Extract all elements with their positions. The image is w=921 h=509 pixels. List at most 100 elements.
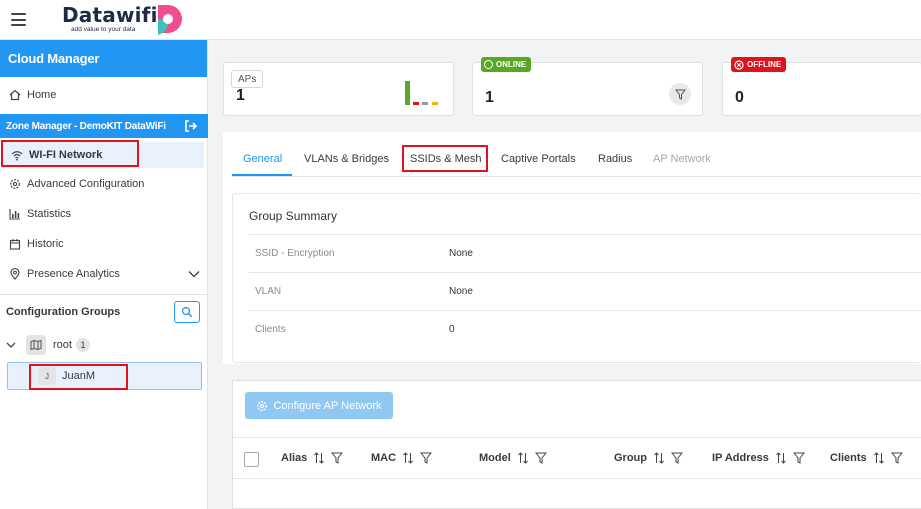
- online-badge: ONLINE: [481, 57, 532, 72]
- table-header-row: Alias MAC Model Group IP Address Clients: [233, 437, 921, 479]
- chevron-down-icon[interactable]: [188, 269, 200, 279]
- sort-icon[interactable]: [402, 452, 414, 464]
- sidebar-item-statistics[interactable]: Statistics: [0, 201, 208, 227]
- exit-icon[interactable]: [183, 118, 199, 134]
- sidebar: Cloud Manager Home Zone Manager - DemoKI…: [0, 40, 208, 509]
- zone-manager-label: Zone Manager - DemoKIT DataWiFi: [6, 120, 166, 132]
- gear-icon: [8, 177, 22, 191]
- chevron-down-icon[interactable]: [6, 340, 16, 350]
- avatar: J: [38, 367, 56, 385]
- cloud-manager-title: Cloud Manager: [0, 40, 207, 77]
- tree-root-node[interactable]: root 1: [0, 334, 208, 356]
- tab-ap-network[interactable]: AP Network: [653, 153, 711, 165]
- filter-icon[interactable]: [792, 452, 805, 464]
- sort-icon[interactable]: [873, 452, 885, 464]
- active-tab-indicator: [232, 174, 292, 176]
- wifi-icon: [10, 148, 24, 162]
- logo-mark-icon: [158, 5, 182, 35]
- column-header-model[interactable]: Model: [479, 452, 547, 464]
- online-count: 1: [485, 89, 494, 106]
- column-label: Alias: [281, 452, 308, 464]
- aps-count: 1: [236, 87, 245, 104]
- filter-icon[interactable]: [534, 452, 547, 464]
- tree-root-count-badge: 1: [75, 338, 90, 352]
- column-label: MAC: [371, 452, 397, 464]
- summary-value: None: [449, 248, 473, 259]
- sidebar-item-advanced-configuration[interactable]: Advanced Configuration: [0, 171, 208, 197]
- aps-label: APs: [231, 70, 264, 88]
- configure-ap-network-label: Configure AP Network: [273, 399, 382, 412]
- summary-row: Clients 0: [249, 310, 921, 348]
- online-filter-button[interactable]: [669, 83, 691, 105]
- filter-icon[interactable]: [890, 452, 903, 464]
- column-header-group[interactable]: Group: [614, 452, 683, 464]
- sidebar-item-label: WI-FI Network: [29, 149, 103, 161]
- sort-icon[interactable]: [775, 452, 787, 464]
- tree-root-label: root: [53, 339, 72, 351]
- tab-vlans-bridges[interactable]: VLANs & Bridges: [304, 153, 389, 165]
- sort-icon[interactable]: [313, 452, 325, 464]
- calendar-icon: [8, 237, 22, 251]
- mini-bar-chart-icon: [405, 81, 438, 105]
- sidebar-item-wifi-network[interactable]: WI-FI Network: [2, 142, 204, 168]
- column-label: IP Address: [712, 452, 769, 464]
- gear-icon: [257, 400, 268, 411]
- sidebar-divider: [0, 294, 208, 295]
- toggle-on-icon: [484, 60, 493, 69]
- offline-badge: OFFLINE: [731, 57, 787, 72]
- column-label: Group: [614, 452, 647, 464]
- sort-icon[interactable]: [517, 452, 529, 464]
- tree-child-node[interactable]: J JuanM: [7, 362, 202, 390]
- configuration-groups-heading: Configuration Groups: [6, 306, 121, 318]
- sort-icon[interactable]: [653, 452, 665, 464]
- summary-key: Clients: [255, 324, 286, 335]
- tab-captive-portals[interactable]: Captive Portals: [501, 153, 576, 165]
- online-card: ONLINE 1: [472, 57, 703, 116]
- offline-label: OFFLINE: [747, 60, 782, 69]
- column-header-mac[interactable]: MAC: [371, 452, 433, 464]
- summary-value: 0: [449, 324, 455, 335]
- filter-icon[interactable]: [331, 452, 344, 464]
- sidebar-item-label: Advanced Configuration: [27, 178, 145, 190]
- group-search-button[interactable]: [174, 301, 200, 323]
- filter-icon[interactable]: [420, 452, 433, 464]
- offline-count: 0: [735, 89, 744, 106]
- summary-row: SSID - Encryption None: [249, 234, 921, 272]
- summary-row: VLAN None: [249, 272, 921, 310]
- search-icon: [181, 306, 193, 318]
- sidebar-item-label: Statistics: [27, 208, 72, 220]
- sidebar-item-label: Home: [27, 89, 57, 101]
- column-label: Clients: [830, 452, 867, 464]
- summary-value: None: [449, 286, 473, 297]
- sidebar-item-home[interactable]: Home: [0, 82, 208, 108]
- sidebar-item-label: Historic: [27, 238, 64, 250]
- map-icon: [26, 335, 46, 355]
- sidebar-item-label: Presence Analytics: [27, 268, 120, 280]
- bar-chart-icon: [8, 207, 22, 221]
- offline-card: OFFLINE 0: [722, 57, 921, 116]
- sidebar-item-presence-analytics[interactable]: Presence Analytics: [0, 261, 208, 287]
- column-header-clients[interactable]: Clients: [830, 452, 903, 464]
- aps-card: APs 1: [223, 62, 454, 116]
- column-header-ip-address[interactable]: IP Address: [712, 452, 805, 464]
- sidebar-item-historic[interactable]: Historic: [0, 231, 208, 257]
- online-label: ONLINE: [496, 60, 527, 69]
- group-summary-card: Group Summary SSID - Encryption None VLA…: [232, 193, 921, 363]
- zone-manager-bar: Zone Manager - DemoKIT DataWiFi: [0, 114, 208, 138]
- configure-ap-network-button[interactable]: Configure AP Network: [245, 392, 393, 419]
- filter-icon[interactable]: [671, 452, 683, 464]
- top-bar: Datawifi add value to your data: [0, 0, 921, 40]
- tab-ssids-mesh[interactable]: SSIDs & Mesh: [410, 153, 482, 165]
- group-tabs-panel: General VLANs & Bridges SSIDs & Mesh Cap…: [223, 132, 921, 364]
- logo-tagline: add value to your data: [71, 26, 136, 33]
- logo-text: Datawifi: [62, 3, 158, 27]
- summary-key: VLAN: [255, 286, 282, 297]
- column-header-alias[interactable]: Alias: [281, 452, 344, 464]
- tab-radius[interactable]: Radius: [598, 153, 632, 165]
- tab-general[interactable]: General: [243, 153, 282, 165]
- hamburger-menu-icon[interactable]: [11, 13, 26, 26]
- summary-key: SSID - Encryption: [255, 248, 335, 259]
- group-summary-title: Group Summary: [249, 209, 338, 223]
- select-all-checkbox[interactable]: [244, 452, 259, 467]
- filter-icon: [674, 89, 686, 100]
